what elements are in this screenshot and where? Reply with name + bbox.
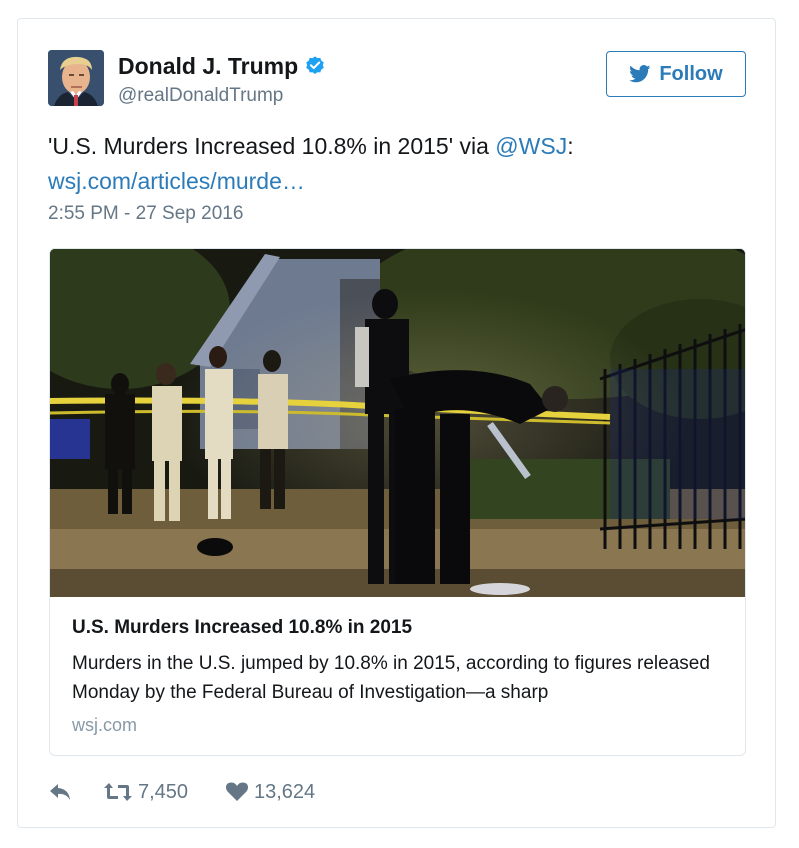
like-count: 13,624 [254, 780, 316, 803]
retweet-icon [104, 783, 132, 801]
tweet-actions: 7,450 13,624 [48, 777, 315, 807]
article-photo[interactable] [50, 249, 745, 597]
heart-icon [226, 782, 248, 801]
tweet-timestamp[interactable]: 2:55 PM - 27 Sep 2016 [48, 203, 243, 225]
like-button[interactable]: 13,624 [226, 781, 315, 804]
follow-button[interactable]: Follow [606, 51, 746, 97]
user-handle[interactable]: @realDonaldTrump [118, 85, 283, 107]
display-name[interactable]: Donald J. Trump [118, 53, 326, 80]
article-link[interactable]: wsj.com/articles/murde… [48, 168, 305, 194]
tweet-text: 'U.S. Murders Increased 10.8% in 2015' v… [48, 133, 574, 194]
crime-scene-image [50, 249, 745, 597]
retweet-button[interactable]: 7,450 [104, 781, 226, 804]
avatar-image [48, 50, 104, 106]
avatar[interactable] [48, 50, 104, 106]
verified-badge-icon [306, 56, 324, 74]
card-description: Murders in the U.S. jumped by 10.8% in 2… [72, 653, 710, 703]
twitter-bird-icon [629, 65, 651, 83]
tweet-embed: Donald J. Trump @realDonaldTrump Follow … [17, 18, 776, 828]
card-domain: wsj.com [72, 715, 138, 735]
reply-button[interactable] [48, 782, 104, 802]
reply-icon [50, 784, 70, 800]
mention-link[interactable]: @WSJ [495, 133, 567, 159]
card-title[interactable]: U.S. Murders Increased 10.8% in 2015 [72, 617, 412, 639]
retweet-count: 7,450 [138, 780, 189, 803]
link-preview-card[interactable]: U.S. Murders Increased 10.8% in 2015 Mur… [49, 248, 746, 756]
